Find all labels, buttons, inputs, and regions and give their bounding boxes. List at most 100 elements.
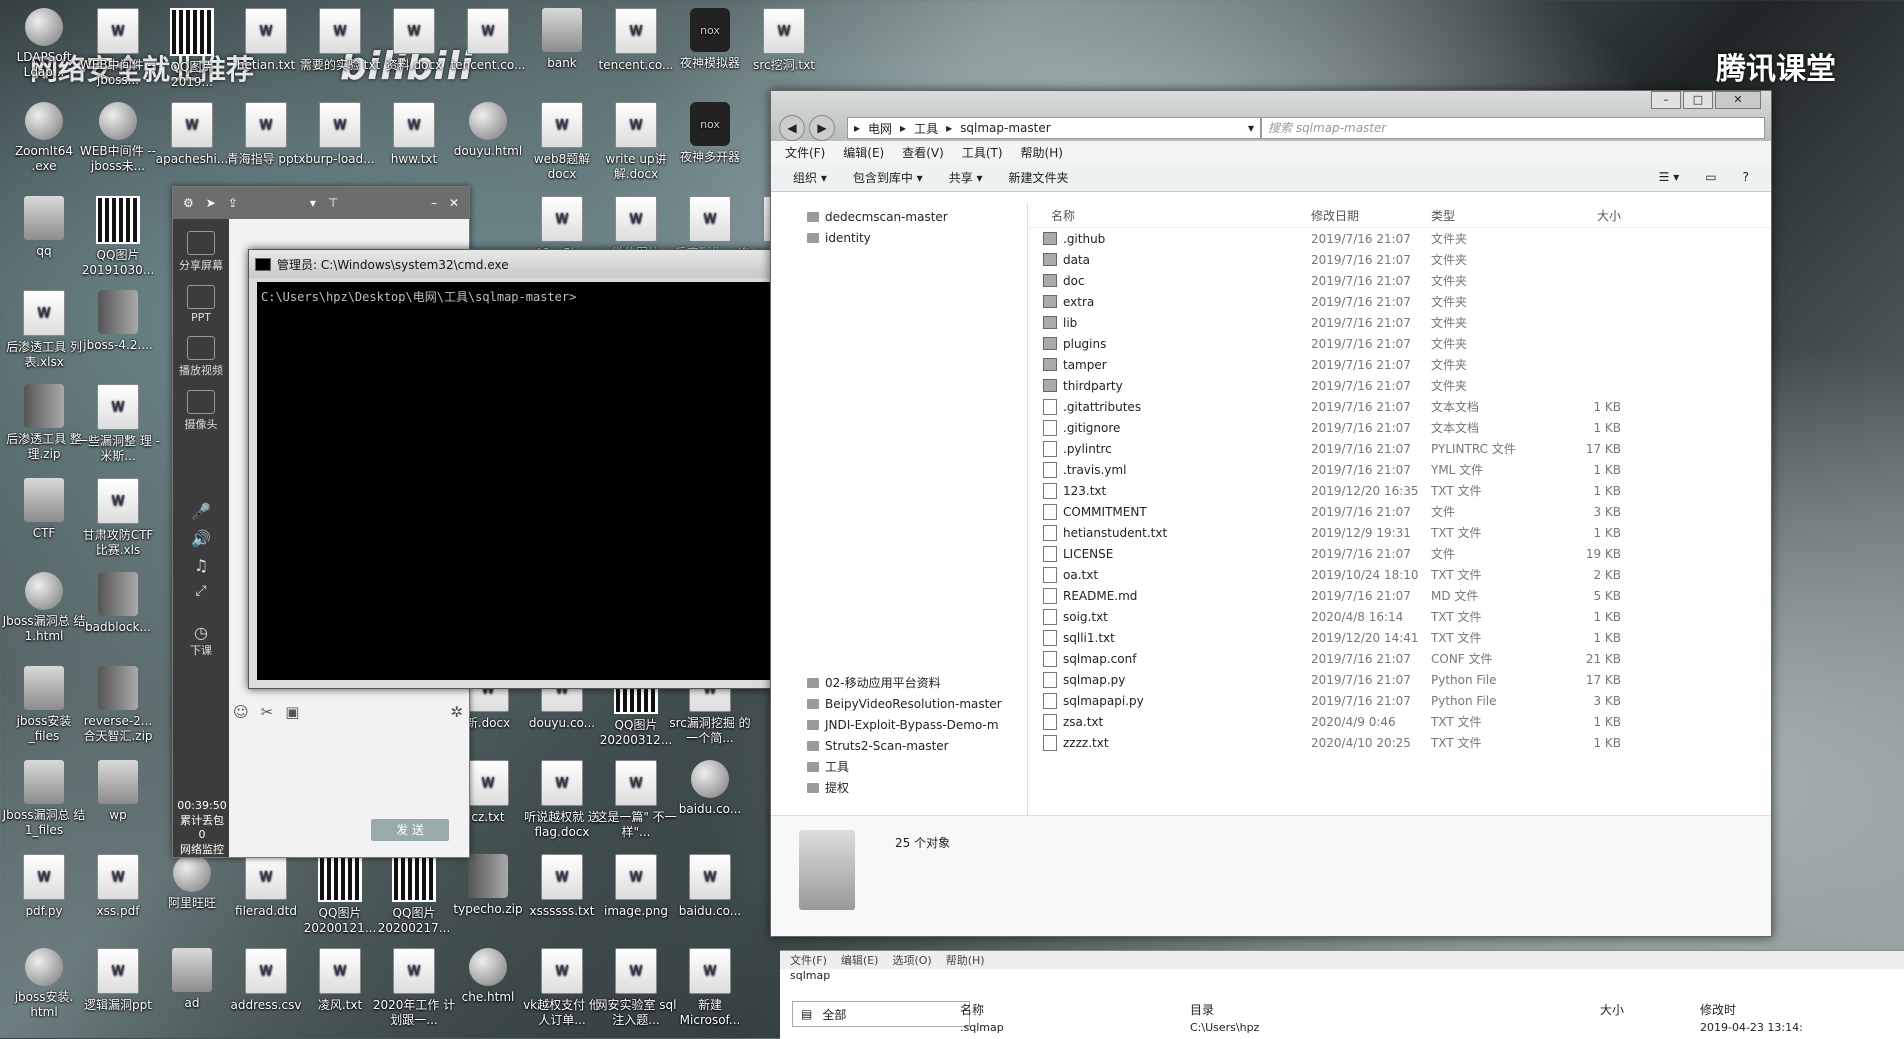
desktop-icon[interactable]: W 资料.docx: [372, 8, 456, 73]
filter-all[interactable]: ▤ 全部: [792, 1001, 970, 1027]
desktop-icon[interactable]: LDAPSoft Ldap...: [2, 8, 86, 80]
search-field[interactable]: sqlmap: [780, 969, 1904, 985]
file-row[interactable]: sqlli1.txt 2019/12/20 14:41 TXT 文件 1 KB: [1029, 627, 1771, 648]
result-row[interactable]: .sqlmap C:\Users\hpz 2019-04-23 13:14:: [960, 1021, 1884, 1034]
col-modified[interactable]: 修改时: [1700, 1001, 1736, 1018]
desktop-icon[interactable]: W 甘肃攻防CTF 比赛.xls: [76, 478, 160, 558]
file-row[interactable]: hetianstudent.txt 2019/12/9 19:31 TXT 文件 1 …: [1029, 522, 1771, 543]
address-bar[interactable]: ▸ 电网 ▸ 工具 ▸ sqlmap-master ▾: [847, 117, 1261, 139]
file-row[interactable]: soig.txt 2020/4/8 16:14 TXT 文件 1 KB: [1029, 606, 1771, 627]
desktop-icon[interactable]: typecho.zip: [446, 854, 530, 917]
desktop-icon[interactable]: CTF: [2, 478, 86, 541]
desktop-icon[interactable]: douyu.html: [446, 102, 530, 159]
settings-icon[interactable]: ✲: [450, 703, 463, 721]
emoji-icon[interactable]: ☺: [233, 703, 249, 721]
desktop-icon[interactable]: Wpdf.py: [2, 854, 86, 919]
col-size[interactable]: 大小: [1600, 1001, 1700, 1018]
back-arrow-icon[interactable]: ◀: [779, 115, 805, 141]
maximize-button[interactable]: □: [1683, 91, 1713, 109]
col-name[interactable]: 名称: [960, 1001, 1190, 1018]
file-row[interactable]: .pylintrc 2019/7/16 21:07 PYLINTRC 文件 17 KB: [1029, 438, 1771, 459]
desktop-icon[interactable]: nox 夜神多开器: [668, 102, 752, 165]
desktop-icon[interactable]: W 2020年工作 计划跟一...: [372, 948, 456, 1028]
menu-edit[interactable]: 编辑(E): [841, 952, 879, 968]
desktop-icon[interactable]: jboss安装. html: [2, 948, 86, 1020]
desktop-icon[interactable]: Wxss.pdf: [76, 854, 160, 919]
desktop-icon[interactable]: bank: [520, 8, 604, 71]
file-row[interactable]: .travis.yml 2019/7/16 21:07 YML 文件 1 KB: [1029, 459, 1771, 480]
desktop-icon[interactable]: jboss-4.2....: [76, 290, 160, 353]
desktop-icon[interactable]: qq: [2, 196, 86, 259]
file-row[interactable]: .github 2019/7/16 21:07 文件夹: [1029, 228, 1771, 249]
desktop-icon[interactable]: Wvk越权支付 他人订单...: [520, 948, 604, 1028]
menu-file[interactable]: 文件(F): [790, 952, 827, 968]
desktop-icon[interactable]: Waddress.csv: [224, 948, 308, 1013]
desktop-icon[interactable]: badblock...: [76, 572, 160, 635]
menu-view[interactable]: 查看(V): [902, 144, 944, 161]
desktop-icon[interactable]: che.html: [446, 948, 530, 1005]
file-row[interactable]: README.md 2019/7/16 21:07 MD 文件 5 KB: [1029, 585, 1771, 606]
file-row[interactable]: tamper 2019/7/16 21:07 文件夹: [1029, 354, 1771, 375]
share-icon[interactable]: ⇪: [228, 196, 238, 210]
file-row[interactable]: sqlmapapi.py 2019/7/16 21:07 Python File 3 …: [1029, 690, 1771, 711]
close-icon[interactable]: ✕: [449, 196, 459, 210]
chevron-down-icon[interactable]: ▾: [310, 196, 316, 210]
tree-item[interactable]: 提权: [771, 778, 849, 799]
close-button[interactable]: ✕: [1715, 91, 1761, 109]
desktop-icon[interactable]: Wweb8题解 docx: [520, 102, 604, 182]
desktop-icon[interactable]: nox 夜神模拟器: [668, 8, 752, 71]
file-row[interactable]: zsa.txt 2020/4/9 0:46 TXT 文件 1 KB: [1029, 711, 1771, 732]
desktop-icon[interactable]: W 后渗透工具 列表.xlsx: [2, 290, 86, 370]
desktop-icon[interactable]: 阿里旺旺: [150, 854, 234, 911]
desktop-icon[interactable]: ad: [150, 948, 234, 1011]
tree-item[interactable]: identity: [771, 228, 871, 249]
send-button[interactable]: 发 送: [371, 819, 449, 841]
menu-tools[interactable]: 工具(T): [962, 144, 1003, 161]
desktop-icon[interactable]: 后渗透工具 整理.zip: [2, 384, 86, 462]
desktop-icon[interactable]: jboss安装 _files: [2, 666, 86, 744]
class-end-label[interactable]: 下课: [173, 642, 229, 658]
desktop-icon[interactable]: W 需要的实验 txt: [298, 8, 382, 73]
breadcrumb-2[interactable]: 工具: [914, 120, 938, 137]
menu-help[interactable]: 帮助(H): [946, 952, 985, 968]
desktop-icon[interactable]: baidu.co...: [668, 760, 752, 817]
view-options-icon[interactable]: ☰ ▾: [1659, 170, 1680, 184]
desktop-icon[interactable]: W 网安实验室 sql注入题...: [594, 948, 678, 1028]
file-row[interactable]: lib 2019/7/16 21:07 文件夹: [1029, 312, 1771, 333]
file-row[interactable]: doc 2019/7/16 21:07 文件夹: [1029, 270, 1771, 291]
help-icon[interactable]: ?: [1743, 170, 1749, 184]
tree-item[interactable]: JNDI-Exploit-Bypass-Demo-m: [771, 715, 999, 736]
desktop-icon[interactable]: Wburp-load...: [298, 102, 382, 167]
image-icon[interactable]: ▣: [285, 703, 299, 721]
desktop-icon[interactable]: W 逻辑漏洞ppt: [76, 948, 160, 1013]
desktop-icon[interactable]: Wwrite up讲解.docx: [594, 102, 678, 182]
tree-item[interactable]: 02-移动应用平台资料: [771, 673, 941, 694]
menu-edit[interactable]: 编辑(E): [843, 144, 884, 161]
desktop-icon[interactable]: Jboss漏洞总 结1.html: [2, 572, 86, 644]
desktop-icon[interactable]: W 这是一篇" 不一样"...: [594, 760, 678, 840]
file-row[interactable]: .gitattributes 2019/7/16 21:07 文本文档 1 KB: [1029, 396, 1771, 417]
column-size[interactable]: 大小: [1551, 207, 1621, 224]
desktop-icon[interactable]: QQ图片 20200217...: [372, 854, 456, 936]
col-dir[interactable]: 目录: [1190, 1001, 1600, 1018]
breadcrumb-1[interactable]: 电网: [868, 120, 892, 137]
desktop-icon[interactable]: Wfilerad.dtd: [224, 854, 308, 919]
desktop-icon[interactable]: Wapacheshi...: [150, 102, 234, 167]
desktop-icon[interactable]: Wimage.png: [594, 854, 678, 919]
desktop-icon[interactable]: Jboss漏洞总 结1_files: [2, 760, 86, 838]
minimize-button[interactable]: –: [1651, 91, 1681, 109]
chevron-down-icon[interactable]: ▾: [1248, 121, 1254, 135]
music-icon[interactable]: ♫: [173, 556, 229, 575]
play-video-icon[interactable]: [187, 336, 215, 360]
menu-file[interactable]: 文件(F): [785, 144, 825, 161]
forward-arrow-icon[interactable]: ▶: [809, 115, 835, 141]
menu-help[interactable]: 帮助(H): [1021, 144, 1063, 161]
desktop-icon[interactable]: Wbaidu.co...: [668, 854, 752, 919]
desktop-icon[interactable]: W 凌风.txt: [298, 948, 382, 1013]
file-row[interactable]: thirdparty 2019/7/16 21:07 文件夹: [1029, 375, 1771, 396]
desktop-icon[interactable]: Wxssssss.txt: [520, 854, 604, 919]
menu-options[interactable]: 选项(O): [892, 952, 931, 968]
desktop-icon[interactable]: W 青海指导 pptx: [224, 102, 308, 167]
desktop-icon[interactable]: W 听说越权就 送flag.docx: [520, 760, 604, 840]
share-screen-icon[interactable]: [187, 231, 215, 255]
